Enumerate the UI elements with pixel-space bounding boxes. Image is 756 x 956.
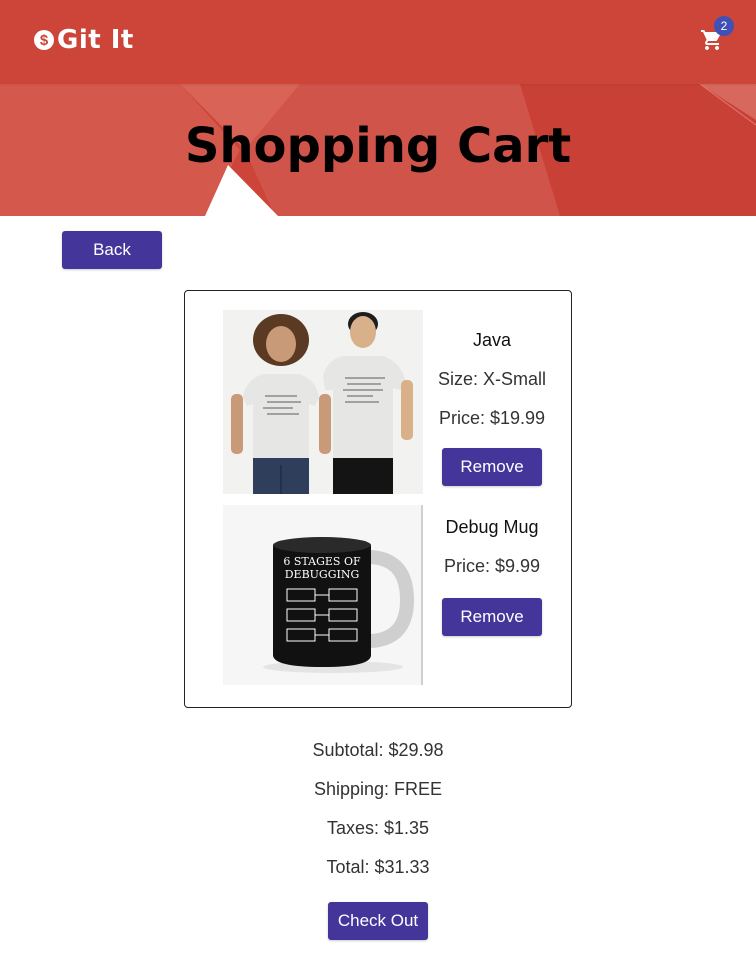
- shipping-text: Shipping: FREE: [313, 779, 443, 799]
- cart-count-badge: 2: [714, 16, 734, 36]
- brand-logo-link[interactable]: $ Git It: [34, 22, 134, 58]
- item-price: Price: $9.99: [443, 556, 541, 576]
- cart-item-debug-mug: 6 STAGES OF DEBUGGING Debug Mug Price: $…: [223, 505, 553, 685]
- checkout-button[interactable]: Check Out: [328, 902, 428, 940]
- debug-mug-item-details: Debug Mug Price: $9.99 Remove: [432, 515, 552, 636]
- navbar: $ Git It 2: [0, 0, 756, 84]
- svg-text:6 STAGES OF: 6 STAGES OF: [283, 555, 361, 568]
- item-price: Price: $19.99: [438, 408, 546, 428]
- item-name: Java: [472, 330, 512, 350]
- svg-text:DEBUGGING: DEBUGGING: [285, 568, 360, 581]
- brand-name: Git It: [57, 25, 134, 55]
- debug-mug-image: 6 STAGES OF DEBUGGING: [223, 505, 423, 685]
- item-size: Size: X-Small: [437, 369, 547, 389]
- page-title: Shopping Cart: [184, 118, 572, 174]
- item-name: Debug Mug: [445, 517, 539, 537]
- total-text: Total: $31.33: [326, 857, 430, 877]
- dollar-icon: $: [34, 30, 54, 50]
- cart-button[interactable]: 2: [698, 16, 734, 58]
- cart-item-java: Java Size: X-Small Price: $19.99 Remove: [223, 310, 553, 494]
- cart-items-panel: Java Size: X-Small Price: $19.99 Remove …: [184, 290, 572, 708]
- java-shirt-image: [223, 310, 423, 494]
- taxes-text: Taxes: $1.35: [326, 818, 430, 838]
- java-item-details: Java Size: X-Small Price: $19.99 Remove: [432, 328, 552, 486]
- hero-banner: $ Git It 2 Shopping Cart: [0, 0, 756, 216]
- remove-java-button[interactable]: Remove: [442, 448, 542, 486]
- remove-debug-mug-button[interactable]: Remove: [442, 598, 542, 636]
- subtotal-text: Subtotal: $29.98: [312, 740, 444, 760]
- back-button[interactable]: Back: [62, 231, 162, 269]
